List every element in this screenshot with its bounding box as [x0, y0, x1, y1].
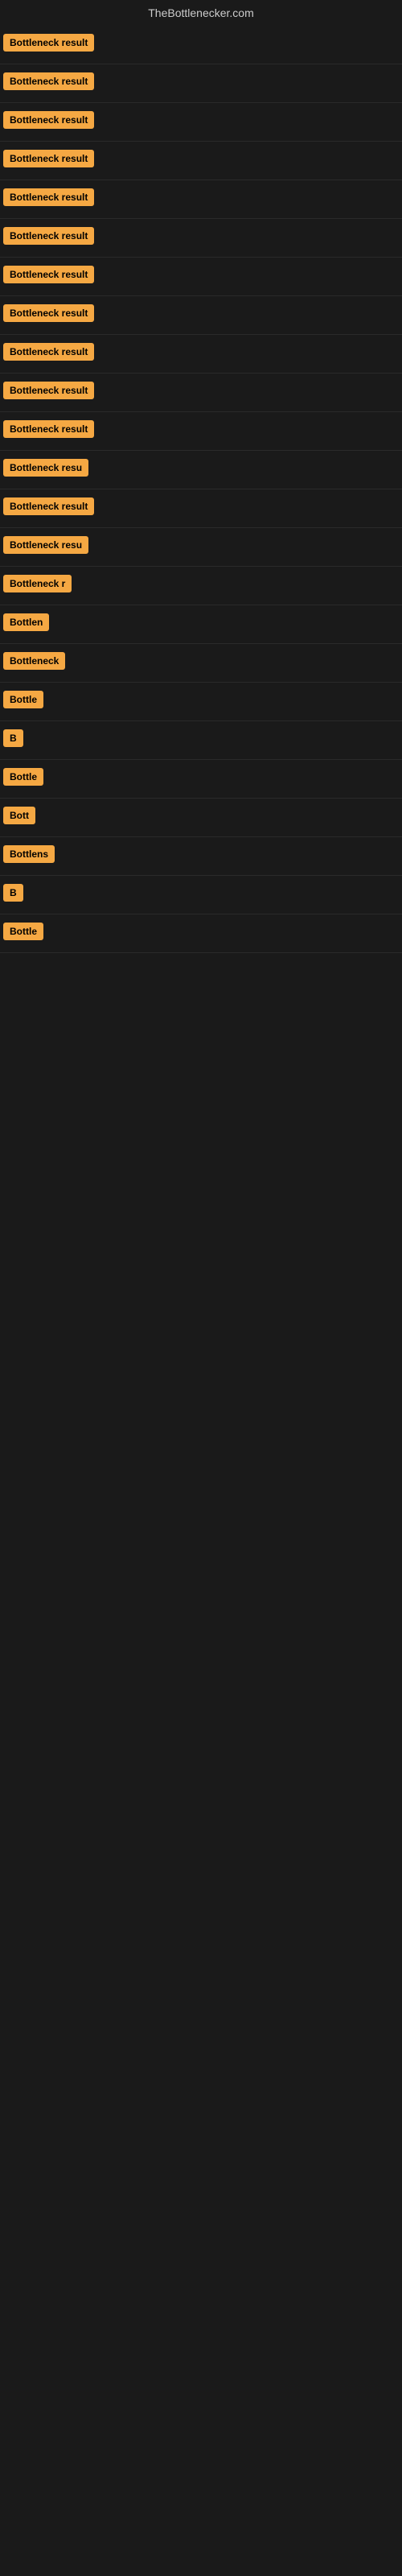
bottleneck-badge-1[interactable]: Bottleneck result	[3, 34, 94, 52]
result-row-10: Bottleneck result	[0, 374, 402, 412]
site-header: TheBottlenecker.com	[0, 0, 402, 26]
bottleneck-badge-3[interactable]: Bottleneck result	[3, 111, 94, 129]
bottleneck-badge-23[interactable]: B	[3, 884, 23, 902]
bottleneck-badge-18[interactable]: Bottle	[3, 691, 43, 708]
result-row-15: Bottleneck r	[0, 567, 402, 605]
result-row-6: Bottleneck result	[0, 219, 402, 258]
bottleneck-badge-16[interactable]: Bottlen	[3, 613, 49, 631]
result-row-24: Bottle	[0, 914, 402, 953]
result-row-20: Bottle	[0, 760, 402, 799]
result-row-14: Bottleneck resu	[0, 528, 402, 567]
result-row-17: Bottleneck	[0, 644, 402, 683]
bottleneck-badge-10[interactable]: Bottleneck result	[3, 382, 94, 399]
result-row-3: Bottleneck result	[0, 103, 402, 142]
result-row-23: B	[0, 876, 402, 914]
result-row-9: Bottleneck result	[0, 335, 402, 374]
bottleneck-badge-21[interactable]: Bott	[3, 807, 35, 824]
result-row-8: Bottleneck result	[0, 296, 402, 335]
bottleneck-badge-2[interactable]: Bottleneck result	[3, 72, 94, 90]
bottleneck-badge-20[interactable]: Bottle	[3, 768, 43, 786]
bottleneck-badge-17[interactable]: Bottleneck	[3, 652, 65, 670]
result-row-16: Bottlen	[0, 605, 402, 644]
bottleneck-badge-22[interactable]: Bottlens	[3, 845, 55, 863]
result-row-13: Bottleneck result	[0, 489, 402, 528]
result-row-4: Bottleneck result	[0, 142, 402, 180]
result-row-22: Bottlens	[0, 837, 402, 876]
result-row-11: Bottleneck result	[0, 412, 402, 451]
bottleneck-badge-8[interactable]: Bottleneck result	[3, 304, 94, 322]
result-row-21: Bott	[0, 799, 402, 837]
results-list: Bottleneck result Bottleneck result Bottle…	[0, 26, 402, 953]
result-row-1: Bottleneck result	[0, 26, 402, 64]
bottleneck-badge-5[interactable]: Bottleneck result	[3, 188, 94, 206]
bottleneck-badge-9[interactable]: Bottleneck result	[3, 343, 94, 361]
bottleneck-badge-4[interactable]: Bottleneck result	[3, 150, 94, 167]
bottleneck-badge-24[interactable]: Bottle	[3, 923, 43, 940]
result-row-5: Bottleneck result	[0, 180, 402, 219]
bottleneck-badge-7[interactable]: Bottleneck result	[3, 266, 94, 283]
bottleneck-badge-12[interactable]: Bottleneck resu	[3, 459, 88, 477]
bottleneck-badge-15[interactable]: Bottleneck r	[3, 575, 72, 592]
result-row-19: B	[0, 721, 402, 760]
result-row-7: Bottleneck result	[0, 258, 402, 296]
bottleneck-badge-19[interactable]: B	[3, 729, 23, 747]
result-row-2: Bottleneck result	[0, 64, 402, 103]
result-row-12: Bottleneck resu	[0, 451, 402, 489]
site-title: TheBottlenecker.com	[0, 0, 402, 26]
bottleneck-badge-11[interactable]: Bottleneck result	[3, 420, 94, 438]
bottleneck-badge-13[interactable]: Bottleneck result	[3, 497, 94, 515]
bottleneck-badge-14[interactable]: Bottleneck resu	[3, 536, 88, 554]
bottleneck-badge-6[interactable]: Bottleneck result	[3, 227, 94, 245]
result-row-18: Bottle	[0, 683, 402, 721]
